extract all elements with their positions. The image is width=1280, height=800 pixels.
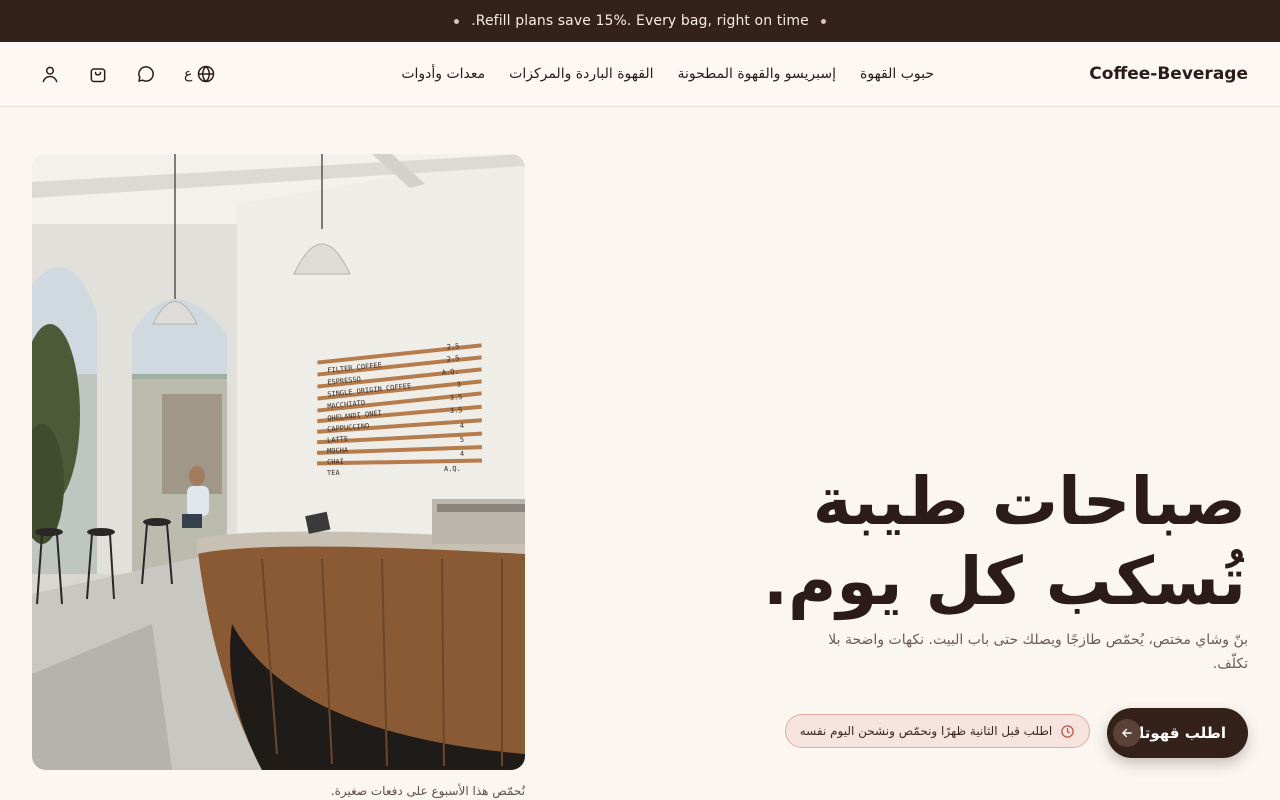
user-icon	[42, 66, 58, 83]
menu-item-price: 2.5	[446, 354, 459, 363]
menu-item-name: MOCHA	[327, 446, 349, 455]
brand-logo[interactable]: Coffee-Beverage	[1089, 42, 1248, 106]
bullet-icon	[820, 18, 826, 24]
hero-subtitle: بنّ وشاي مختص، يُحمّص طازجًا ويصلك حتى ب…	[828, 632, 1248, 672]
nav-item-espresso-ground[interactable]: إسبريسو والقهوة المطحونة	[677, 66, 836, 82]
nav-item-coffee-beans[interactable]: حبوب القهوة	[860, 66, 934, 82]
chat-button[interactable]	[136, 64, 156, 84]
nav-item-equipment[interactable]: معدات وأدوات	[401, 66, 485, 82]
menu-item-name: LATTE	[327, 435, 349, 444]
badge-text: اطلب قبل الثانية ظهرًا ونحمّص ونشحن اليو…	[799, 724, 1053, 738]
clock-icon	[1061, 724, 1075, 738]
announcement-text: .Refill plans save 15%. Every bag, right…	[471, 13, 809, 29]
headline-line-1: صباحات طيبة	[812, 463, 1246, 540]
menu-item-price: 4	[460, 450, 464, 458]
chat-icon	[138, 66, 154, 82]
menu-item-name: CHAI	[327, 458, 344, 467]
account-button[interactable]	[40, 64, 60, 84]
menu-item-price: 3.5	[449, 406, 462, 415]
cart-button[interactable]	[88, 64, 108, 84]
image-caption: نُحمّص هذا الأسبوع على دفعات صغيرة.	[330, 784, 525, 798]
same-day-roast-badge: اطلب قبل الثانية ظهرًا ونحمّص ونشحن اليو…	[785, 714, 1090, 748]
headline-line-2: تُسكب كل يوم.	[762, 543, 1246, 620]
menu-item-price: 2.5	[446, 342, 459, 351]
header-tools: ع	[40, 42, 216, 106]
menu-item-price: 4	[460, 422, 465, 430]
cta-label: اطلب قهوتك	[1130, 724, 1226, 742]
site-header: Coffee-Beverage حبوب القهوة إسبريسو والق…	[0, 42, 1280, 107]
bag-icon	[90, 68, 106, 83]
hero-headline: صباحات طيبة تُسكب كل يوم.	[726, 462, 1246, 622]
menu-item-price: A.Q.	[444, 465, 461, 473]
order-coffee-button[interactable]: اطلب قهوتك	[1107, 708, 1248, 758]
language-switcher[interactable]: ع	[184, 64, 216, 84]
menu-item-price: 3.5	[449, 393, 462, 402]
globe-icon	[198, 65, 215, 83]
nav-item-cold-brew[interactable]: القهوة الباردة والمركزات	[509, 66, 653, 82]
arrow-left-icon	[1113, 719, 1141, 747]
menu-item-price: 5	[460, 436, 465, 444]
hero-cafe-image: FILTER COFFEE 2.5 ESPRESSO 2.5 SINGLE OR…	[32, 154, 525, 770]
language-label: ع	[184, 66, 193, 82]
main-nav: حبوب القهوة إسبريسو والقهوة المطحونة الق…	[401, 42, 934, 106]
menu-item-name: TEA	[327, 469, 341, 477]
announcement-bar: .Refill plans save 15%. Every bag, right…	[0, 0, 1280, 42]
bullet-icon	[454, 18, 460, 24]
menu-item-price: 3	[456, 381, 461, 389]
